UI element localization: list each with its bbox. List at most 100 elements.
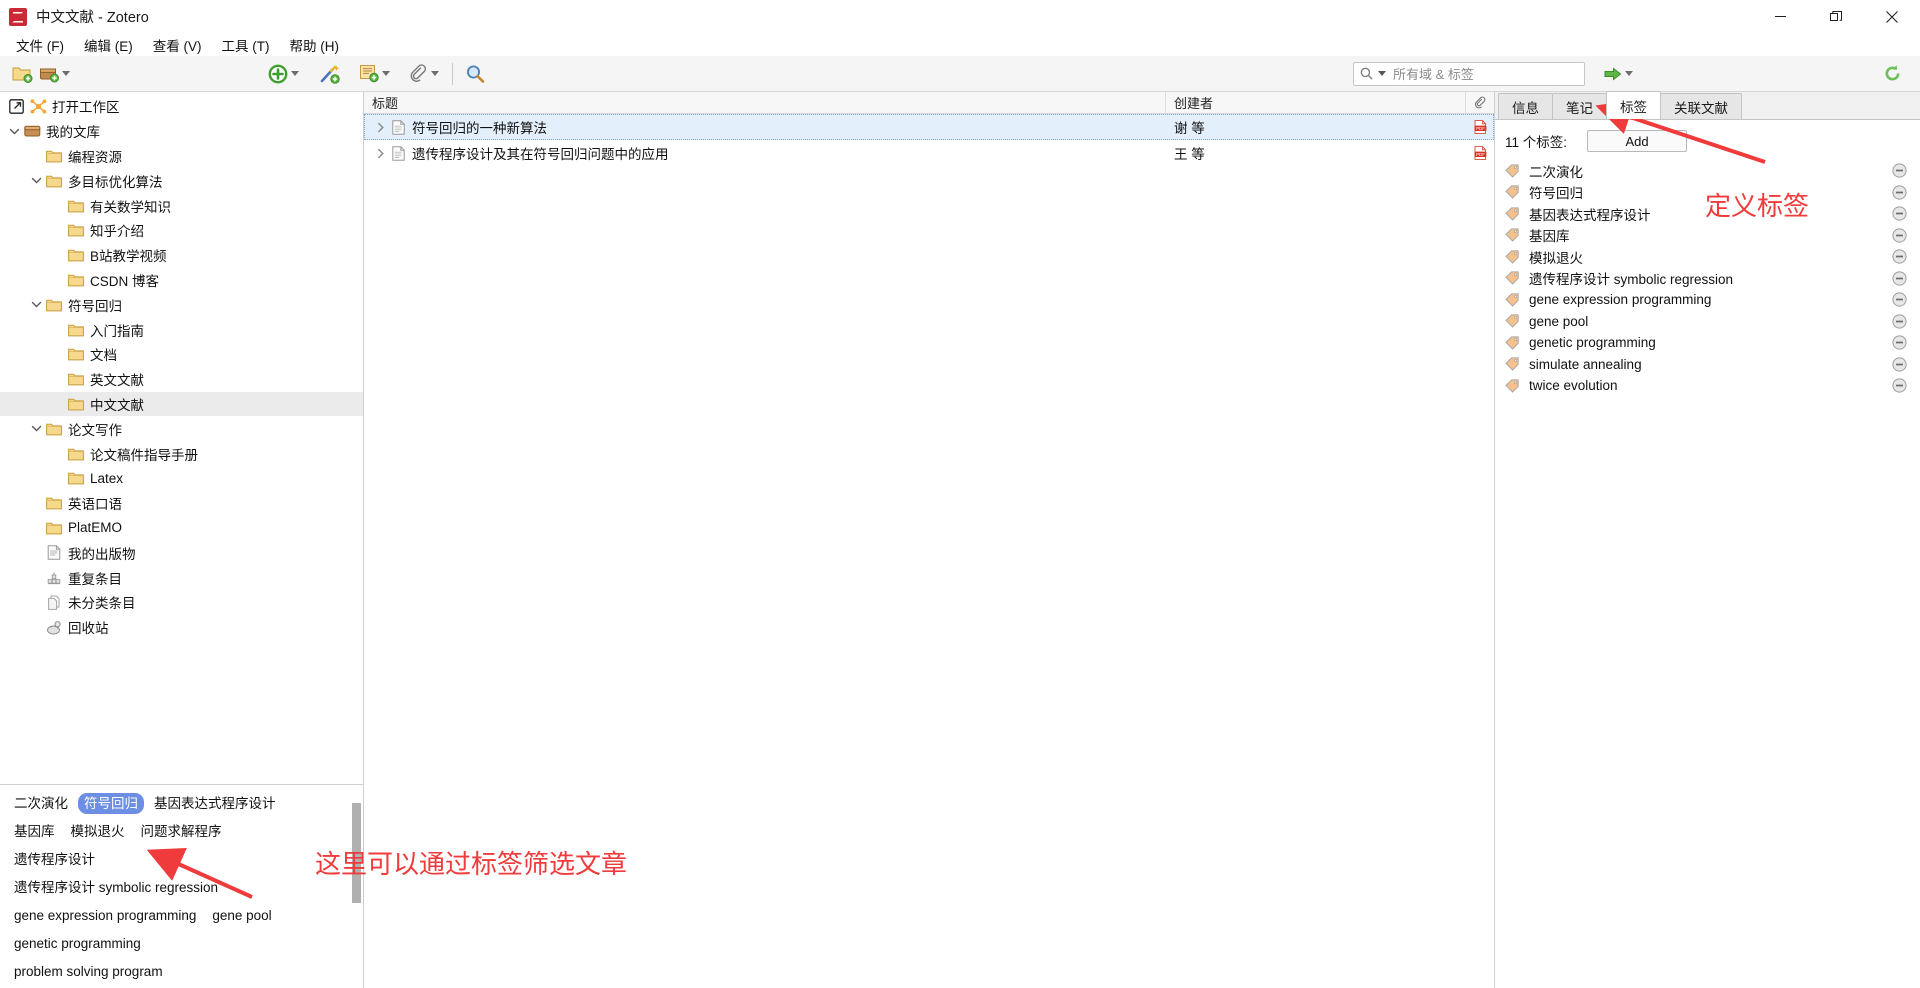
collection-row-8[interactable]: 入门指南	[0, 317, 363, 342]
tag-name[interactable]: gene pool	[1525, 314, 1888, 329]
chevron-right-icon[interactable]	[372, 148, 388, 159]
chevron-down-icon[interactable]	[382, 71, 390, 76]
tag-name[interactable]: 符号回归	[1525, 182, 1888, 202]
add-by-identifier-button[interactable]	[316, 59, 344, 89]
remove-minus-icon[interactable]	[1888, 335, 1910, 350]
menu-edit[interactable]: 编辑 (E)	[74, 33, 143, 57]
remove-minus-icon[interactable]	[1888, 206, 1910, 221]
add-item-button[interactable]	[265, 59, 304, 89]
column-header-creator[interactable]: 创建者	[1166, 91, 1466, 114]
menu-view[interactable]: 查看 (V)	[143, 33, 212, 57]
tag-selector-chip[interactable]: gene pool	[206, 905, 277, 926]
tag-selector-chip[interactable]: gene expression programming	[8, 905, 202, 926]
table-row[interactable]: 符号回归的一种新算法 谢 等 PDF	[364, 114, 1494, 140]
tag-name[interactable]: 基因库	[1525, 225, 1888, 245]
collection-row-12[interactable]: 论文写作	[0, 416, 363, 441]
collection-row-5[interactable]: B站教学视频	[0, 243, 363, 268]
collection-row-10[interactable]: 英文文献	[0, 367, 363, 392]
search-input[interactable]: 所有域 & 标签	[1393, 64, 1474, 83]
tag-selector-chip[interactable]: problem solving program	[8, 961, 169, 982]
menu-help[interactable]: 帮助 (H)	[280, 33, 350, 57]
collection-row-7[interactable]: 符号回归	[0, 292, 363, 317]
chevron-down-icon[interactable]	[1378, 71, 1386, 76]
menu-file[interactable]: 文件 (F)	[6, 33, 74, 57]
close-button[interactable]	[1864, 0, 1920, 33]
tag-selector-scrollbar[interactable]	[352, 795, 361, 979]
remove-minus-icon[interactable]	[1888, 314, 1910, 329]
tag-selector-chip[interactable]: 遗传程序设计	[8, 849, 101, 870]
collection-row-17[interactable]: 我的出版物	[0, 540, 363, 565]
tab-info[interactable]: 信息	[1498, 93, 1553, 119]
chevron-down-icon[interactable]	[6, 126, 22, 137]
chevron-down-icon[interactable]	[28, 175, 44, 186]
tab-tags[interactable]: 标签	[1606, 91, 1661, 119]
collection-row-4[interactable]: 知乎介绍	[0, 218, 363, 243]
chevron-down-icon[interactable]	[431, 71, 439, 76]
minimize-button[interactable]	[1752, 0, 1808, 33]
tag-name[interactable]: gene expression programming	[1525, 292, 1888, 307]
remove-minus-icon[interactable]	[1888, 249, 1910, 264]
tag-selector-chip[interactable]: 基因库	[8, 821, 61, 842]
locate-button[interactable]	[1601, 59, 1638, 89]
table-row[interactable]: 遗传程序设计及其在符号回归问题中的应用 王 等 PDF	[364, 140, 1494, 166]
remove-minus-icon[interactable]	[1888, 292, 1910, 307]
tag-selector-chip[interactable]: 基因表达式程序设计	[148, 793, 282, 814]
chevron-down-icon[interactable]	[62, 71, 70, 76]
pdf-icon[interactable]: PDF	[1466, 146, 1494, 160]
new-note-button[interactable]	[356, 59, 395, 89]
list-item[interactable]: 基因表达式程序设计	[1505, 203, 1910, 225]
tag-name[interactable]: twice evolution	[1525, 378, 1888, 393]
tag-name[interactable]: 遗传程序设计 symbolic regression	[1525, 268, 1888, 288]
collection-row-2[interactable]: 多目标优化算法	[0, 168, 363, 193]
tag-name[interactable]: genetic programming	[1525, 335, 1888, 350]
column-header-attachment[interactable]	[1466, 92, 1494, 114]
list-item[interactable]: genetic programming	[1505, 332, 1910, 354]
collection-row-13[interactable]: 论文稿件指导手册	[0, 441, 363, 466]
chevron-down-icon[interactable]	[28, 423, 44, 434]
collection-row-6[interactable]: CSDN 博客	[0, 268, 363, 293]
remove-minus-icon[interactable]	[1888, 378, 1910, 393]
list-item[interactable]: gene pool	[1505, 311, 1910, 333]
tag-selector-chip[interactable]: 遗传程序设计 symbolic regression	[8, 877, 224, 898]
collection-row-19[interactable]: 未分类条目	[0, 590, 363, 615]
tag-name[interactable]: 二次演化	[1525, 161, 1888, 181]
tag-selector-chip[interactable]: 模拟退火	[65, 821, 131, 842]
collection-row-0[interactable]: 我的文库	[0, 119, 363, 144]
remove-minus-icon[interactable]	[1888, 228, 1910, 243]
remove-minus-icon[interactable]	[1888, 271, 1910, 286]
list-item[interactable]: 遗传程序设计 symbolic regression	[1505, 268, 1910, 290]
collection-row-3[interactable]: 有关数学知识	[0, 193, 363, 218]
remove-minus-icon[interactable]	[1888, 163, 1910, 178]
collection-row-14[interactable]: Latex	[0, 466, 363, 491]
chevron-down-icon[interactable]	[291, 71, 299, 76]
list-item[interactable]: 二次演化	[1505, 160, 1910, 182]
menu-tools[interactable]: 工具 (T)	[212, 33, 280, 57]
tag-selector-chip[interactable]: 问题求解程序	[135, 821, 228, 842]
restore-button[interactable]	[1808, 0, 1864, 33]
quick-search-box[interactable]: 所有域 & 标签	[1353, 61, 1585, 86]
open-workspace-row[interactable]: 打开工作区	[0, 94, 363, 119]
chevron-right-icon[interactable]	[372, 122, 388, 133]
remove-minus-icon[interactable]	[1888, 357, 1910, 372]
chevron-down-icon[interactable]	[1625, 71, 1633, 76]
tab-notes[interactable]: 笔记	[1552, 93, 1607, 119]
scrollbar-thumb[interactable]	[352, 803, 361, 903]
tab-related[interactable]: 关联文献	[1660, 93, 1742, 119]
tag-selector-chip[interactable]: 二次演化	[8, 793, 74, 814]
new-collection-button[interactable]	[8, 59, 36, 89]
collection-row-1[interactable]: 编程资源	[0, 144, 363, 169]
remove-minus-icon[interactable]	[1888, 185, 1910, 200]
column-header-title[interactable]: 标题	[364, 91, 1166, 114]
chevron-down-icon[interactable]	[28, 299, 44, 310]
collection-row-15[interactable]: 英语口语	[0, 491, 363, 516]
collection-row-20[interactable]: 回收站	[0, 615, 363, 640]
list-item[interactable]: 符号回归	[1505, 182, 1910, 204]
pdf-icon[interactable]: PDF	[1466, 120, 1494, 134]
collection-row-18[interactable]: 重复条目	[0, 565, 363, 590]
tag-name[interactable]: 模拟退火	[1525, 247, 1888, 267]
list-item[interactable]: gene expression programming	[1505, 289, 1910, 311]
tag-selector-chip[interactable]: 符号回归	[78, 793, 144, 814]
list-item[interactable]: simulate annealing	[1505, 354, 1910, 376]
advanced-search-button[interactable]	[461, 59, 489, 89]
tag-name[interactable]: 基因表达式程序设计	[1525, 204, 1888, 224]
